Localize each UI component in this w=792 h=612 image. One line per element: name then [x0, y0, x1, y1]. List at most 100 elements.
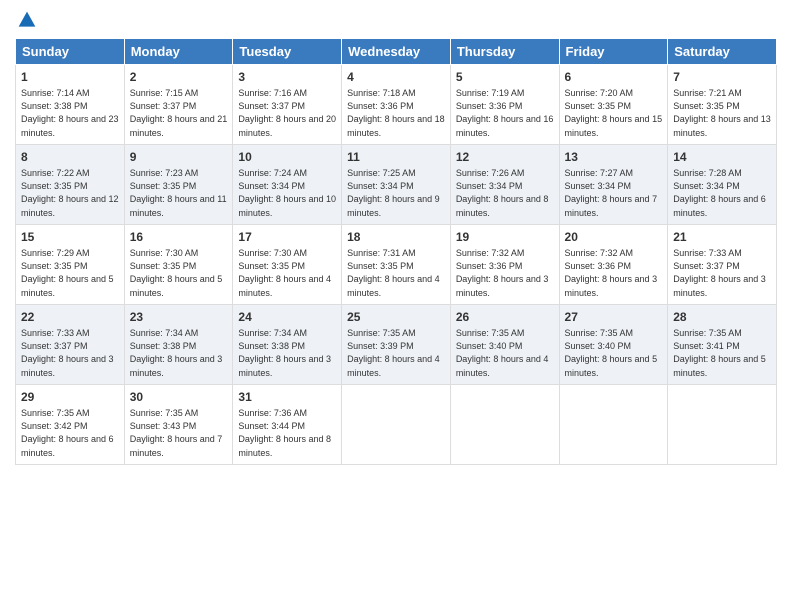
calendar-cell: 16 Sunrise: 7:30 AMSunset: 3:35 PMDaylig… — [124, 224, 233, 304]
day-info: Sunrise: 7:20 AMSunset: 3:35 PMDaylight:… — [565, 88, 663, 138]
day-number: 23 — [130, 309, 228, 326]
day-info: Sunrise: 7:21 AMSunset: 3:35 PMDaylight:… — [673, 88, 771, 138]
day-info: Sunrise: 7:27 AMSunset: 3:34 PMDaylight:… — [565, 168, 658, 218]
day-info: Sunrise: 7:24 AMSunset: 3:34 PMDaylight:… — [238, 168, 336, 218]
calendar-header-tuesday: Tuesday — [233, 39, 342, 65]
day-number: 4 — [347, 69, 445, 86]
day-number: 17 — [238, 229, 336, 246]
day-info: Sunrise: 7:14 AMSunset: 3:38 PMDaylight:… — [21, 88, 119, 138]
day-number: 18 — [347, 229, 445, 246]
calendar-cell: 25 Sunrise: 7:35 AMSunset: 3:39 PMDaylig… — [342, 304, 451, 384]
calendar-cell: 27 Sunrise: 7:35 AMSunset: 3:40 PMDaylig… — [559, 304, 668, 384]
calendar-cell: 11 Sunrise: 7:25 AMSunset: 3:34 PMDaylig… — [342, 144, 451, 224]
calendar-cell: 5 Sunrise: 7:19 AMSunset: 3:36 PMDayligh… — [450, 65, 559, 145]
day-number: 8 — [21, 149, 119, 166]
day-info: Sunrise: 7:26 AMSunset: 3:34 PMDaylight:… — [456, 168, 549, 218]
day-number: 27 — [565, 309, 663, 326]
day-number: 19 — [456, 229, 554, 246]
calendar-cell: 28 Sunrise: 7:35 AMSunset: 3:41 PMDaylig… — [668, 304, 777, 384]
calendar-week-row: 15 Sunrise: 7:29 AMSunset: 3:35 PMDaylig… — [16, 224, 777, 304]
day-info: Sunrise: 7:34 AMSunset: 3:38 PMDaylight:… — [238, 328, 331, 378]
calendar-cell — [668, 384, 777, 464]
day-info: Sunrise: 7:33 AMSunset: 3:37 PMDaylight:… — [21, 328, 114, 378]
calendar-header-thursday: Thursday — [450, 39, 559, 65]
day-info: Sunrise: 7:31 AMSunset: 3:35 PMDaylight:… — [347, 248, 440, 298]
day-info: Sunrise: 7:28 AMSunset: 3:34 PMDaylight:… — [673, 168, 766, 218]
calendar-header-friday: Friday — [559, 39, 668, 65]
day-number: 26 — [456, 309, 554, 326]
calendar-cell — [450, 384, 559, 464]
calendar-header-wednesday: Wednesday — [342, 39, 451, 65]
calendar-cell: 8 Sunrise: 7:22 AMSunset: 3:35 PMDayligh… — [16, 144, 125, 224]
calendar-cell: 21 Sunrise: 7:33 AMSunset: 3:37 PMDaylig… — [668, 224, 777, 304]
day-number: 15 — [21, 229, 119, 246]
calendar-cell: 6 Sunrise: 7:20 AMSunset: 3:35 PMDayligh… — [559, 65, 668, 145]
calendar-cell: 15 Sunrise: 7:29 AMSunset: 3:35 PMDaylig… — [16, 224, 125, 304]
day-number: 6 — [565, 69, 663, 86]
calendar-cell: 18 Sunrise: 7:31 AMSunset: 3:35 PMDaylig… — [342, 224, 451, 304]
calendar-cell: 9 Sunrise: 7:23 AMSunset: 3:35 PMDayligh… — [124, 144, 233, 224]
day-number: 16 — [130, 229, 228, 246]
day-number: 7 — [673, 69, 771, 86]
day-number: 2 — [130, 69, 228, 86]
day-info: Sunrise: 7:32 AMSunset: 3:36 PMDaylight:… — [565, 248, 658, 298]
day-number: 20 — [565, 229, 663, 246]
calendar-header-row: SundayMondayTuesdayWednesdayThursdayFrid… — [16, 39, 777, 65]
calendar-cell: 4 Sunrise: 7:18 AMSunset: 3:36 PMDayligh… — [342, 65, 451, 145]
day-info: Sunrise: 7:32 AMSunset: 3:36 PMDaylight:… — [456, 248, 549, 298]
day-info: Sunrise: 7:33 AMSunset: 3:37 PMDaylight:… — [673, 248, 766, 298]
day-number: 10 — [238, 149, 336, 166]
header — [15, 10, 777, 30]
day-info: Sunrise: 7:19 AMSunset: 3:36 PMDaylight:… — [456, 88, 554, 138]
calendar-cell: 31 Sunrise: 7:36 AMSunset: 3:44 PMDaylig… — [233, 384, 342, 464]
day-number: 30 — [130, 389, 228, 406]
day-number: 13 — [565, 149, 663, 166]
day-info: Sunrise: 7:35 AMSunset: 3:43 PMDaylight:… — [130, 408, 223, 458]
calendar-week-row: 8 Sunrise: 7:22 AMSunset: 3:35 PMDayligh… — [16, 144, 777, 224]
calendar-cell: 26 Sunrise: 7:35 AMSunset: 3:40 PMDaylig… — [450, 304, 559, 384]
calendar-cell: 1 Sunrise: 7:14 AMSunset: 3:38 PMDayligh… — [16, 65, 125, 145]
day-info: Sunrise: 7:34 AMSunset: 3:38 PMDaylight:… — [130, 328, 223, 378]
day-number: 1 — [21, 69, 119, 86]
day-number: 5 — [456, 69, 554, 86]
day-info: Sunrise: 7:29 AMSunset: 3:35 PMDaylight:… — [21, 248, 114, 298]
day-number: 9 — [130, 149, 228, 166]
calendar-header-monday: Monday — [124, 39, 233, 65]
logo — [15, 10, 37, 30]
day-number: 21 — [673, 229, 771, 246]
calendar-header-saturday: Saturday — [668, 39, 777, 65]
calendar-cell — [342, 384, 451, 464]
day-number: 3 — [238, 69, 336, 86]
day-info: Sunrise: 7:30 AMSunset: 3:35 PMDaylight:… — [238, 248, 331, 298]
calendar-table: SundayMondayTuesdayWednesdayThursdayFrid… — [15, 38, 777, 465]
day-info: Sunrise: 7:30 AMSunset: 3:35 PMDaylight:… — [130, 248, 223, 298]
calendar-cell: 3 Sunrise: 7:16 AMSunset: 3:37 PMDayligh… — [233, 65, 342, 145]
day-info: Sunrise: 7:35 AMSunset: 3:40 PMDaylight:… — [565, 328, 658, 378]
calendar-cell: 17 Sunrise: 7:30 AMSunset: 3:35 PMDaylig… — [233, 224, 342, 304]
logo-icon — [17, 10, 37, 30]
day-info: Sunrise: 7:15 AMSunset: 3:37 PMDaylight:… — [130, 88, 228, 138]
calendar-cell: 10 Sunrise: 7:24 AMSunset: 3:34 PMDaylig… — [233, 144, 342, 224]
calendar-cell: 13 Sunrise: 7:27 AMSunset: 3:34 PMDaylig… — [559, 144, 668, 224]
day-info: Sunrise: 7:18 AMSunset: 3:36 PMDaylight:… — [347, 88, 445, 138]
day-info: Sunrise: 7:35 AMSunset: 3:40 PMDaylight:… — [456, 328, 549, 378]
calendar-cell: 30 Sunrise: 7:35 AMSunset: 3:43 PMDaylig… — [124, 384, 233, 464]
page: SundayMondayTuesdayWednesdayThursdayFrid… — [0, 0, 792, 612]
calendar-week-row: 1 Sunrise: 7:14 AMSunset: 3:38 PMDayligh… — [16, 65, 777, 145]
calendar-cell: 2 Sunrise: 7:15 AMSunset: 3:37 PMDayligh… — [124, 65, 233, 145]
calendar-week-row: 22 Sunrise: 7:33 AMSunset: 3:37 PMDaylig… — [16, 304, 777, 384]
day-info: Sunrise: 7:35 AMSunset: 3:42 PMDaylight:… — [21, 408, 114, 458]
calendar-cell: 23 Sunrise: 7:34 AMSunset: 3:38 PMDaylig… — [124, 304, 233, 384]
day-number: 22 — [21, 309, 119, 326]
day-number: 24 — [238, 309, 336, 326]
day-number: 14 — [673, 149, 771, 166]
calendar-cell: 7 Sunrise: 7:21 AMSunset: 3:35 PMDayligh… — [668, 65, 777, 145]
day-number: 25 — [347, 309, 445, 326]
calendar-cell: 20 Sunrise: 7:32 AMSunset: 3:36 PMDaylig… — [559, 224, 668, 304]
calendar-cell: 24 Sunrise: 7:34 AMSunset: 3:38 PMDaylig… — [233, 304, 342, 384]
calendar-cell: 22 Sunrise: 7:33 AMSunset: 3:37 PMDaylig… — [16, 304, 125, 384]
day-number: 29 — [21, 389, 119, 406]
calendar-cell — [559, 384, 668, 464]
day-info: Sunrise: 7:36 AMSunset: 3:44 PMDaylight:… — [238, 408, 331, 458]
day-info: Sunrise: 7:35 AMSunset: 3:41 PMDaylight:… — [673, 328, 766, 378]
